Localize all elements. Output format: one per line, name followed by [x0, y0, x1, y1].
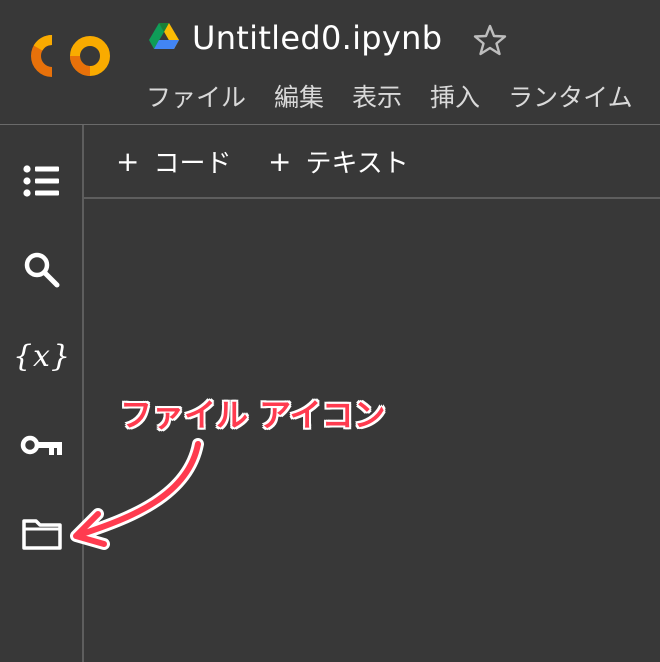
colab-logo[interactable]	[30, 32, 114, 80]
menu-edit[interactable]: 編集	[274, 80, 324, 116]
menu-bar: ファイル 編集 表示 挿入 ランタイム	[146, 80, 660, 116]
sidebar: {x}	[0, 125, 82, 662]
menu-insert[interactable]: 挿入	[430, 80, 480, 116]
list-icon	[23, 165, 59, 197]
plus-icon: +	[268, 144, 292, 178]
toolbar-divider	[84, 197, 660, 199]
notebook-title[interactable]: Untitled0.ipynb	[192, 16, 442, 60]
google-drive-icon[interactable]	[148, 22, 180, 50]
add-text-button[interactable]: + テキスト	[268, 141, 409, 181]
add-text-label: テキスト	[305, 148, 409, 179]
sidebar-item-table-of-contents[interactable]	[18, 157, 66, 205]
plus-icon: +	[116, 144, 140, 178]
header: Untitled0.ipynb ファイル 編集 表示 挿入 ランタイム	[0, 0, 660, 124]
search-icon	[24, 252, 60, 288]
annotation-arrow-icon	[70, 438, 204, 550]
add-code-button[interactable]: + コード	[116, 141, 231, 181]
variables-icon: {x}	[12, 339, 72, 374]
sidebar-item-variables[interactable]: {x}	[13, 333, 70, 381]
colab-window: Untitled0.ipynb ファイル 編集 表示 挿入 ランタイム {x} …	[0, 0, 660, 662]
add-code-label: コード	[153, 148, 232, 179]
folder-icon	[22, 519, 62, 550]
sidebar-divider	[82, 125, 84, 662]
sidebar-item-secrets[interactable]	[18, 421, 66, 469]
sidebar-item-search[interactable]	[18, 246, 66, 294]
star-icon[interactable]	[472, 22, 508, 58]
menu-runtime[interactable]: ランタイム	[508, 80, 633, 116]
sidebar-item-files[interactable]	[18, 510, 66, 558]
menu-view[interactable]: 表示	[352, 80, 402, 116]
menu-file[interactable]: ファイル	[146, 80, 246, 116]
notebook-toolbar: + コード + テキスト	[84, 125, 660, 197]
annotation-label: ファイル アイコン	[120, 396, 386, 434]
key-icon	[20, 435, 62, 455]
